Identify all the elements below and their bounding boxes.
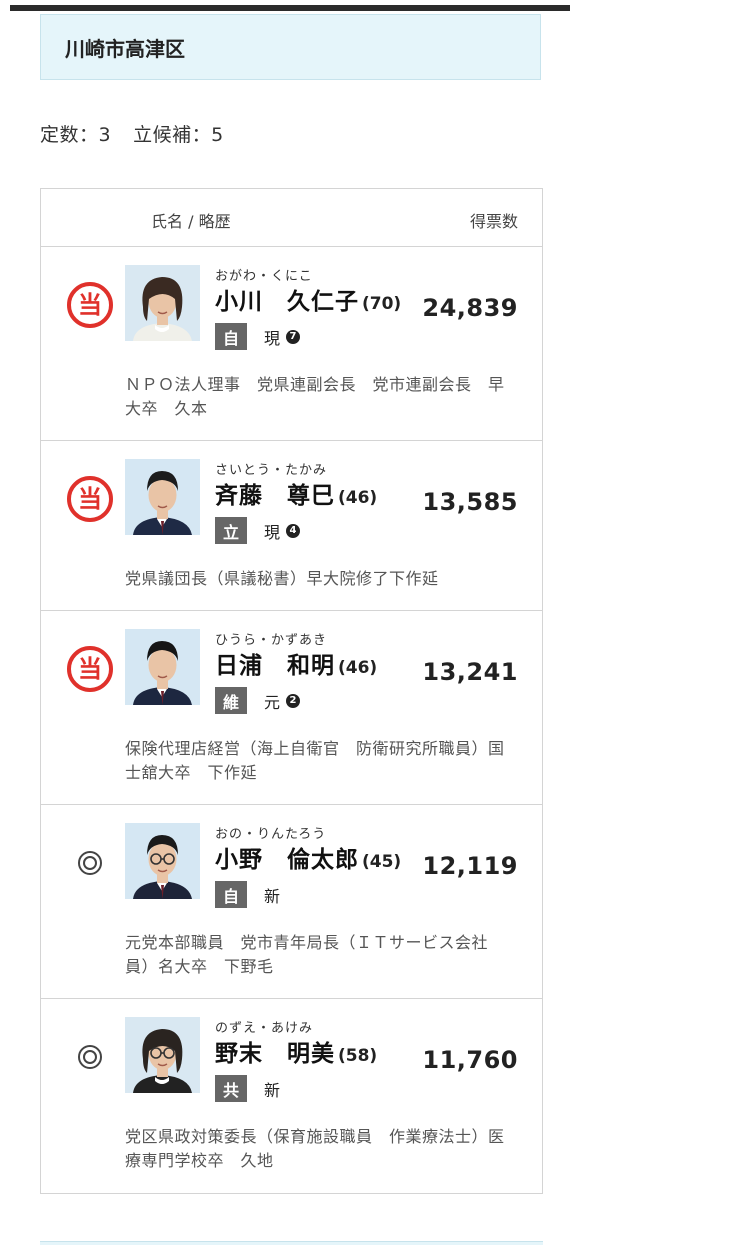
term-count-badge: 4 <box>286 523 301 538</box>
party-badge: 自 <box>215 881 247 908</box>
candidate-name-line: 小川 久仁子 (70) <box>215 282 401 316</box>
district-title: 川崎市高津区 <box>65 36 185 61</box>
candidate-age: (46) <box>338 658 378 678</box>
candidate-status: 新 <box>264 886 281 906</box>
name-column-header: 氏名 / 略歴 <box>151 212 231 231</box>
svg-text:当: 当 <box>78 485 102 513</box>
results-table: 氏名 / 略歴 得票数 当 おがわ・くにこ 小川 久仁子 (70) 自 現 7 2… <box>40 188 543 1194</box>
candidate-row: おの・りんたろう 小野 倫太郎 (45) 自 新 12,119 元党本部職員 党市… <box>41 805 542 999</box>
candidate-career: ＮＰＯ法人理事 党県連副会長 党市連副会長 早大卒 久本 <box>125 375 505 418</box>
vote-count: 24,839 <box>422 294 518 322</box>
party-badge: 自 <box>215 323 247 350</box>
party-status-line: 自 新 <box>215 881 280 908</box>
svg-text:当: 当 <box>78 655 102 683</box>
party-status-line: 立 現 4 <box>215 517 301 544</box>
elected-mark-icon: 当 <box>66 645 114 693</box>
candidate-row: 当 ひうら・かずあき 日浦 和明 (46) 維 元 2 13,241 保険代理店経… <box>41 611 542 805</box>
candidate-photo <box>125 1017 200 1093</box>
candidate-row: 当 さいとう・たかみ 斉藤 尊巳 (46) 立 現 4 13,585 党県議団長（… <box>41 441 542 611</box>
candidate-photo <box>125 265 200 341</box>
candidate-career: 党区県政対策委長（保育施設職員 作業療法士）医療専門学校卒 久地 <box>125 1127 505 1170</box>
term-count-badge: 2 <box>286 693 301 708</box>
district-header: 川崎市高津区 <box>40 14 541 80</box>
party-status-line: 共 新 <box>215 1075 280 1102</box>
party-badge: 共 <box>215 1075 247 1102</box>
candidate-career: 元党本部職員 党市青年局長（ＩＴサービス会社員）名大卒 下野毛 <box>125 933 489 976</box>
top-rule <box>10 5 570 11</box>
candidate-age: (70) <box>362 294 402 314</box>
candidate-photo <box>125 459 200 535</box>
candidate-status: 新 <box>264 1080 281 1100</box>
candidate-name-line: 日浦 和明 (46) <box>215 646 377 680</box>
party-badge: 立 <box>215 517 247 544</box>
candidate-row: 当 おがわ・くにこ 小川 久仁子 (70) 自 現 7 24,839 ＮＰＯ法人理… <box>41 247 542 441</box>
seat-quota: 定数：3 <box>40 124 112 146</box>
svg-text:当: 当 <box>78 291 102 319</box>
candidate-photo <box>125 823 200 899</box>
candidate-age: (45) <box>362 852 402 872</box>
table-header: 氏名 / 略歴 得票数 <box>41 189 542 247</box>
candidate-name: 日浦 和明 <box>215 653 335 679</box>
candidate-name: 小野 倫太郎 <box>215 847 359 873</box>
candidate-count: 立候補：5 <box>133 124 224 146</box>
candidate-career: 保険代理店経営（海上自衛官 防衛研究所職員）国士舘大卒 下作延 <box>125 739 505 782</box>
term-count-badge: 7 <box>286 329 301 344</box>
double-circle-mark-icon <box>66 839 114 887</box>
vote-count: 11,760 <box>422 1046 518 1074</box>
candidate-row: のずえ・あけみ 野末 明美 (58) 共 新 11,760 党区県政対策委長（保育… <box>41 999 542 1193</box>
candidate-age: (58) <box>338 1046 378 1066</box>
candidate-name-line: 野末 明美 (58) <box>215 1034 377 1068</box>
candidate-list: 当 おがわ・くにこ 小川 久仁子 (70) 自 現 7 24,839 ＮＰＯ法人理… <box>41 247 542 1193</box>
seat-info: 定数：3 立候補：5 <box>40 120 224 147</box>
vote-count: 12,119 <box>422 852 518 880</box>
elected-mark-icon: 当 <box>66 475 114 523</box>
votes-column-header: 得票数 <box>469 212 518 231</box>
candidate-name: 小川 久仁子 <box>215 289 359 315</box>
double-circle-mark-icon <box>66 1033 114 1081</box>
candidate-age: (46) <box>338 488 378 508</box>
elected-mark-icon: 当 <box>66 281 114 329</box>
candidate-career: 党県議団長（県議秘書）早大院修了下作延 <box>125 569 439 588</box>
candidate-status: 現 <box>264 328 281 348</box>
vote-count: 13,585 <box>422 488 518 516</box>
candidate-name-line: 小野 倫太郎 (45) <box>215 840 401 874</box>
candidate-name-line: 斉藤 尊巳 (46) <box>215 476 377 510</box>
next-section-edge <box>40 1241 543 1245</box>
vote-count: 13,241 <box>422 658 518 686</box>
candidate-status: 元 <box>264 692 281 712</box>
candidate-photo <box>125 629 200 705</box>
party-status-line: 自 現 7 <box>215 323 301 350</box>
party-status-line: 維 元 2 <box>215 687 301 714</box>
candidate-status: 現 <box>264 522 281 542</box>
party-badge: 維 <box>215 687 247 714</box>
candidate-name: 斉藤 尊巳 <box>215 483 335 509</box>
candidate-name: 野末 明美 <box>215 1041 335 1067</box>
